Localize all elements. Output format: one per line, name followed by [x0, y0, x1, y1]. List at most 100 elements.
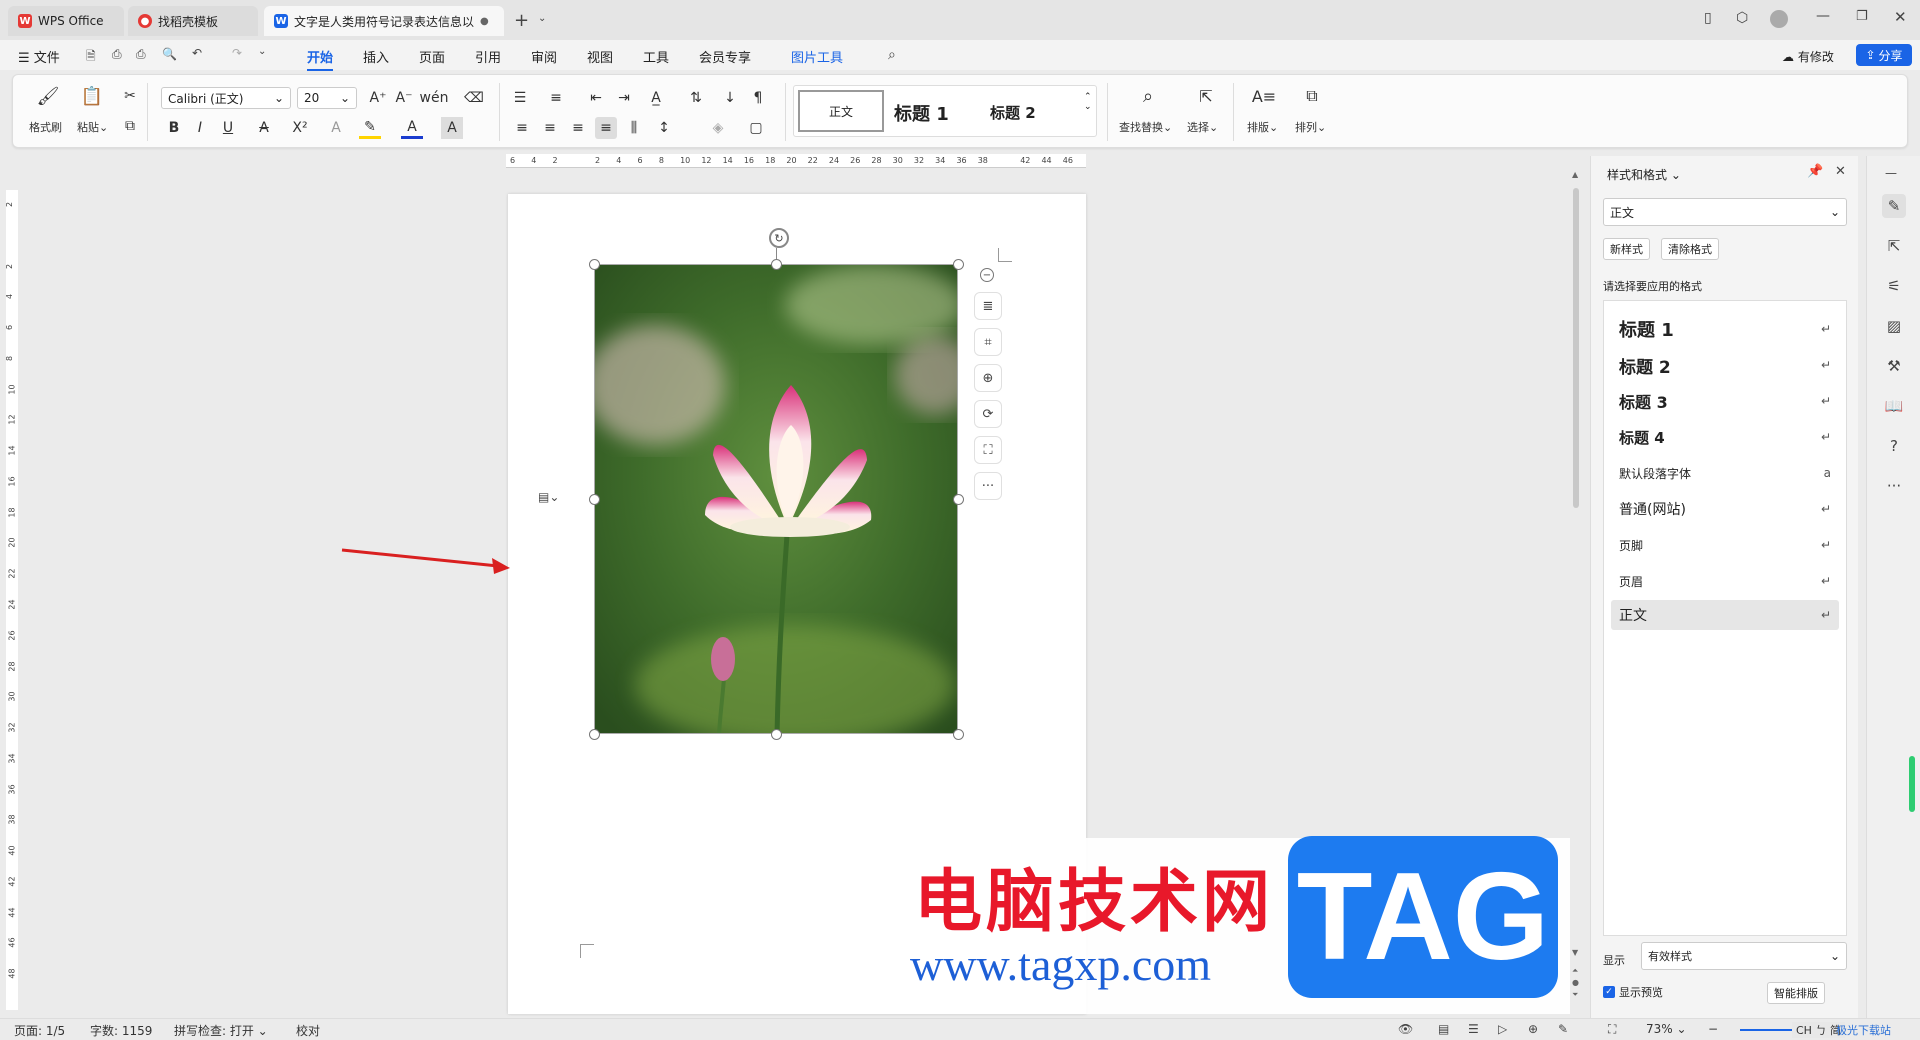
pinyin-icon[interactable]: wén — [420, 87, 449, 109]
avatar[interactable] — [1770, 10, 1788, 28]
crop-icon[interactable]: ⌗ — [974, 328, 1002, 356]
unsaved-dot-icon[interactable]: ● — [480, 16, 489, 27]
show-marks-icon[interactable]: ¶ — [747, 87, 769, 109]
vertical-ruler[interactable]: 2 2 4 6 8 10 12 14 16 18 20 22 24 26 28 30 32 34 36 38 40 42 4… — [5, 190, 18, 1010]
arrange-icon[interactable]: ⧉ — [1301, 85, 1323, 107]
show-filter-select[interactable]: 有效样式 ⌄ — [1641, 942, 1847, 970]
help-icon[interactable]: ? — [1882, 434, 1906, 458]
page-count[interactable]: 页面: 1/5 — [14, 1022, 65, 1039]
style-heading2[interactable]: 标题 2 — [990, 102, 1036, 123]
decrease-indent-icon[interactable]: ⇤ — [585, 87, 607, 109]
clear-format-icon[interactable]: ⌫ — [463, 87, 485, 109]
italic-icon[interactable]: I — [189, 117, 211, 139]
web-view-icon[interactable]: ⊕ — [1528, 1022, 1538, 1036]
align-center-icon[interactable]: ≡ — [539, 117, 561, 139]
strikethrough-icon[interactable]: A — [253, 117, 275, 139]
bullet-list-icon[interactable]: ☰ — [509, 87, 531, 109]
paste-icon[interactable]: 📋 — [81, 85, 103, 107]
grow-font-icon[interactable]: A⁺ — [367, 87, 389, 109]
underline-icon[interactable]: U — [217, 117, 239, 139]
resize-handle-se[interactable] — [953, 729, 964, 740]
scroll-down-icon[interactable]: ▼ — [1572, 948, 1578, 957]
tab-picture-tools[interactable]: 图片工具 — [791, 47, 843, 66]
smart-layout-button[interactable]: 智能排版 — [1767, 982, 1825, 1004]
resize-handle-e[interactable] — [953, 494, 964, 505]
superscript-icon[interactable]: X² — [289, 117, 311, 139]
prev-page-icon[interactable]: ⏶ — [1572, 966, 1578, 976]
line-spacing-icon[interactable]: ↕ — [653, 117, 675, 139]
file-menu[interactable]: ☰ 文件 — [18, 47, 60, 66]
style-heading1[interactable]: 标题 1 — [894, 100, 949, 126]
font-name-select[interactable]: Calibri (正文) ⌄ — [161, 87, 291, 109]
bold-icon[interactable]: B — [163, 117, 185, 139]
tab-member[interactable]: 会员专享 — [699, 47, 751, 66]
tab-review[interactable]: 审阅 — [531, 47, 557, 66]
cut-icon[interactable]: ✂ — [119, 85, 141, 107]
style-item-default-font[interactable]: 默认段落字体 a — [1611, 458, 1839, 488]
increase-indent-icon[interactable]: ⇥ — [613, 87, 635, 109]
panel-title[interactable]: 样式和格式 ⌄ — [1607, 166, 1681, 183]
play-icon[interactable]: ▷ — [1498, 1022, 1507, 1036]
undo-icon[interactable]: ↶ — [192, 46, 202, 60]
tab-page[interactable]: 页面 — [419, 47, 445, 66]
eye-icon[interactable]: 👁 — [1398, 1022, 1413, 1036]
justify-icon[interactable]: ≡ — [595, 117, 617, 139]
style-item-header[interactable]: 页眉 ↵ — [1611, 566, 1839, 596]
style-item-heading3[interactable]: 标题 3 ↵ — [1611, 386, 1839, 416]
shrink-font-icon[interactable]: A⁻ — [393, 87, 415, 109]
resize-handle-nw[interactable] — [589, 259, 600, 270]
minimize-panel-icon[interactable]: — — [1885, 166, 1897, 180]
tools-icon[interactable]: ⚒ — [1882, 354, 1906, 378]
numbered-list-icon[interactable]: ≡ — [545, 87, 567, 109]
clear-format-button[interactable]: 清除格式 — [1661, 238, 1719, 260]
proofread-button[interactable]: 校对 — [296, 1022, 320, 1039]
browse-object-icon[interactable]: ● — [1572, 978, 1579, 987]
select-pointer-icon[interactable]: ⇱ — [1882, 234, 1906, 258]
paste-button[interactable]: 粘贴⌄ — [77, 119, 108, 135]
restore-icon[interactable]: ❐ — [1856, 9, 1868, 24]
resize-handle-ne[interactable] — [953, 259, 964, 270]
word-count[interactable]: 字数: 1159 — [90, 1022, 152, 1039]
chevron-down-icon[interactable]: ⌄ — [538, 13, 546, 24]
select-button[interactable]: 选择⌄ — [1187, 119, 1218, 135]
share-button[interactable]: ⇪ 分享 — [1856, 44, 1912, 66]
collapse-icon[interactable]: − — [980, 268, 994, 282]
export-icon[interactable]: ⎙ — [112, 47, 122, 62]
print-preview-icon[interactable]: 🔍 — [162, 47, 177, 61]
copy-icon[interactable]: ⧉ — [119, 115, 141, 137]
next-page-icon[interactable]: ⏷ — [1572, 990, 1578, 1000]
layout-text-icon[interactable]: A≡ — [1252, 85, 1276, 107]
arrange-button[interactable]: 排列⌄ — [1295, 119, 1326, 135]
edit-style-icon[interactable]: ✎ — [1882, 194, 1906, 218]
tab-reference[interactable]: 引用 — [475, 47, 501, 66]
tab-tools[interactable]: 工具 — [643, 47, 669, 66]
highlight-icon[interactable]: ✎ — [359, 117, 381, 139]
style-item-footer[interactable]: 页脚 ↵ — [1611, 530, 1839, 560]
page-view-icon[interactable]: ▤ — [1438, 1022, 1449, 1036]
more-icon[interactable]: ··· — [1882, 474, 1906, 498]
align-right-icon[interactable]: ≡ — [567, 117, 589, 139]
horizontal-ruler[interactable]: 6 4 2 2 4 6 8 10 12 14 16 18 20 22 24 26 28 30 32 34 36 38 42 4… — [506, 154, 1086, 168]
rotate-handle-icon[interactable]: ↻ — [769, 228, 789, 248]
document-scrollbar[interactable]: ▲ ▼ ⏶ ● ⏷ — [1572, 170, 1580, 1010]
sort-icon[interactable]: ⇅ — [685, 87, 707, 109]
find-replace-button[interactable]: 查找替换⌄ — [1119, 119, 1172, 135]
wrap-text-icon[interactable]: ≣ — [974, 292, 1002, 320]
new-style-button[interactable]: 新样式 — [1603, 238, 1650, 260]
scroll-up-icon[interactable]: ▲ — [1572, 170, 1578, 179]
tab-docer[interactable]: ● 找稻壳模板 — [128, 6, 258, 36]
save-icon[interactable]: 🗎 — [86, 47, 96, 68]
format-painter-icon[interactable]: 🖌 — [37, 85, 60, 107]
tab-wps-office[interactable]: W WPS Office — [8, 6, 124, 36]
tab-document[interactable]: W 文字是人类用符号记录表达信息以 ● — [264, 6, 504, 36]
border-icon[interactable]: ▢ — [745, 117, 767, 139]
tab-home[interactable]: 开始 — [307, 47, 334, 71]
style-normal[interactable]: 正文 — [798, 90, 884, 132]
layout-button[interactable]: 排版⌄ — [1247, 119, 1278, 135]
char-shading-icon[interactable]: A — [441, 117, 463, 139]
zoom-level[interactable]: 73% ⌄ — [1646, 1022, 1687, 1036]
print-icon[interactable]: ⎙ — [136, 47, 146, 62]
find-icon[interactable]: ⌕ — [1137, 85, 1159, 107]
distribute-icon[interactable]: ⫼ — [623, 117, 645, 139]
font-size-select[interactable]: 20 ⌄ — [297, 87, 357, 109]
